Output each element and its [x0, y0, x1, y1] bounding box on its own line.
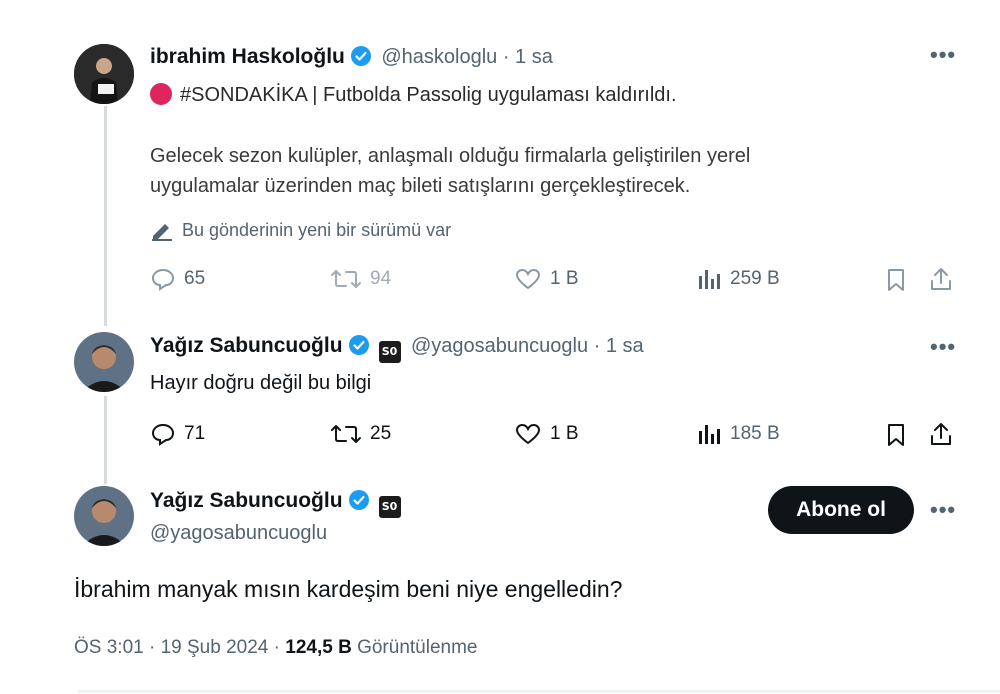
edit-pencil-icon [152, 224, 172, 241]
thread-line [104, 106, 107, 326]
tweet-body-line: uygulamalar üzerinden maç bileti satışla… [150, 175, 691, 197]
retweet-icon [331, 270, 361, 288]
affiliate-badge[interactable]: S0 [378, 496, 401, 518]
retweet-button[interactable]: 94 [330, 267, 391, 291]
reply-count: 71 [184, 423, 206, 444]
heart-icon [515, 268, 541, 290]
verified-badge-icon [348, 334, 370, 356]
avatar[interactable] [74, 44, 134, 104]
author-name[interactable]: Yağız Sabuncuoğlu [150, 489, 343, 512]
share-icon[interactable] [928, 266, 954, 292]
bookmark-icon[interactable] [884, 422, 908, 448]
like-count: 1 B [550, 423, 579, 444]
reply-button[interactable]: 65 [150, 267, 205, 291]
analytics-icon [699, 270, 720, 289]
like-button[interactable]: 1 B [514, 422, 579, 446]
thread-line [104, 396, 107, 484]
views-count: 185 B [730, 423, 780, 444]
author-name[interactable]: Yağız Sabuncuoğlu [150, 334, 343, 357]
avatar[interactable] [74, 332, 134, 392]
views-button[interactable]: 185 B [696, 422, 780, 446]
divider [78, 690, 1000, 693]
more-horizontal-icon[interactable]: ••• [930, 334, 956, 360]
views-label: Görüntülenme [351, 637, 478, 658]
author-handle-time[interactable]: @yagosabuncuoglu · 1 sa [411, 335, 644, 357]
reply-icon [151, 423, 175, 446]
reply-count: 65 [184, 268, 206, 289]
retweet-count: 94 [370, 268, 392, 289]
subscribe-button[interactable]: Abone ol [768, 486, 914, 534]
tweet-body: Hayır doğru değil bu bilgi [150, 372, 372, 394]
verified-badge-icon [348, 489, 370, 511]
reply-button[interactable]: 71 [150, 422, 205, 446]
bookmark-icon[interactable] [884, 267, 908, 293]
like-count: 1 B [550, 268, 579, 289]
avatar[interactable] [74, 486, 134, 546]
like-button[interactable]: 1 B [514, 267, 579, 291]
retweet-icon [331, 425, 361, 443]
reply-icon [151, 268, 175, 291]
views-count: 259 B [730, 268, 780, 289]
affiliate-badge[interactable]: S0 [378, 341, 401, 363]
edit-notice[interactable]: Bu gönderinin yeni bir sürümü var [182, 220, 451, 241]
share-icon[interactable] [928, 421, 954, 447]
retweet-button[interactable]: 25 [330, 422, 391, 446]
views-button[interactable]: 259 B [696, 267, 780, 291]
red-circle-icon [150, 83, 172, 105]
verified-badge-icon [350, 45, 372, 67]
retweet-count: 25 [370, 423, 392, 444]
views-count: 124,5 B [285, 637, 352, 658]
more-horizontal-icon[interactable]: ••• [930, 42, 956, 68]
tweet-headline: #SONDAKİKA | Futbolda Passolig uygulamas… [180, 84, 677, 106]
author-handle[interactable]: @yagosabuncuoglu [150, 522, 327, 545]
heart-icon [515, 423, 541, 445]
more-horizontal-icon[interactable]: ••• [930, 497, 956, 523]
tweet-body-line: Gelecek sezon kulüpler, anlaşmalı olduğu… [150, 145, 751, 167]
author-handle-time[interactable]: @haskologlu · 1 sa [381, 46, 553, 68]
timestamp[interactable]: ÖS 3:01 · 19 Şub 2024 · [74, 637, 285, 658]
author-name[interactable]: ibrahim Haskoloğlu [150, 45, 345, 68]
main-tweet-body: İbrahim manyak mısın kardeşim beni niye … [74, 576, 623, 602]
analytics-icon [699, 425, 720, 444]
